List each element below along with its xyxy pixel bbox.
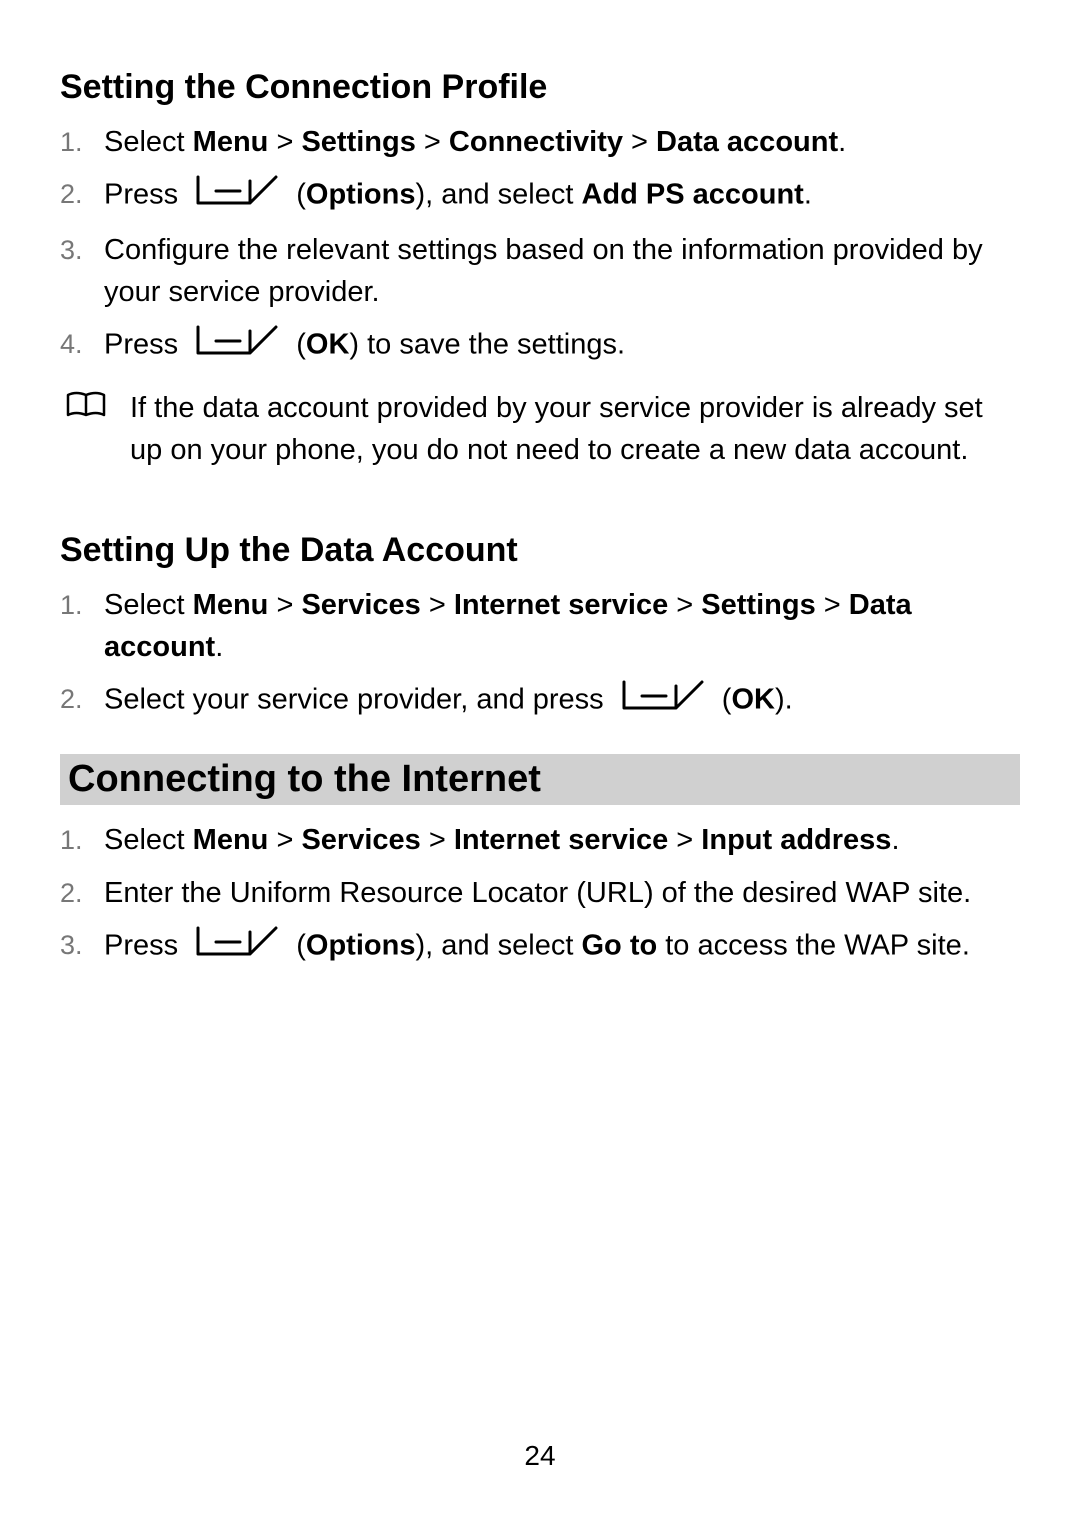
list-item: 2. Enter the Uniform Resource Locator (U… bbox=[60, 872, 1020, 914]
section-heading-connecting: Connecting to the Internet bbox=[60, 754, 1020, 805]
list-body: Press (Options), and select Go to to acc… bbox=[104, 924, 1020, 970]
left-softkey-icon bbox=[194, 173, 280, 219]
list-body: Configure the relevant settings based on… bbox=[104, 229, 1020, 313]
list-item: 2. Select your service provider, and pre… bbox=[60, 678, 1020, 724]
list-number: 1. bbox=[60, 121, 104, 162]
list-number: 2. bbox=[60, 678, 104, 719]
note-row: If the data account provided by your ser… bbox=[60, 387, 1020, 471]
page-number: 24 bbox=[0, 1440, 1080, 1472]
left-softkey-icon bbox=[194, 924, 280, 970]
list-connection-profile: 1. Select Menu > Settings > Connectivity… bbox=[60, 121, 1020, 369]
list-item: 1. Select Menu > Services > Internet ser… bbox=[60, 584, 1020, 668]
list-data-account: 1. Select Menu > Services > Internet ser… bbox=[60, 584, 1020, 724]
list-body: Select Menu > Services > Internet servic… bbox=[104, 819, 1020, 861]
list-body: Press (Options), and select Add PS accou… bbox=[104, 173, 1020, 219]
left-softkey-icon bbox=[194, 323, 280, 369]
list-item: 3. Configure the relevant settings based… bbox=[60, 229, 1020, 313]
list-body: Press (OK) to save the settings. bbox=[104, 323, 1020, 369]
list-item: 1. Select Menu > Services > Internet ser… bbox=[60, 819, 1020, 861]
list-number: 4. bbox=[60, 323, 104, 364]
list-item: 2. Press (Options), and select Add PS ac… bbox=[60, 173, 1020, 219]
list-body: Select your service provider, and press … bbox=[104, 678, 1020, 724]
left-softkey-icon bbox=[620, 678, 706, 724]
list-body: Select Menu > Services > Internet servic… bbox=[104, 584, 1020, 668]
list-number: 3. bbox=[60, 229, 104, 270]
list-body: Enter the Uniform Resource Locator (URL)… bbox=[104, 872, 1020, 914]
list-item: 4. Press (OK) to save the settings. bbox=[60, 323, 1020, 369]
list-number: 2. bbox=[60, 872, 104, 913]
book-icon bbox=[60, 387, 130, 426]
list-number: 2. bbox=[60, 173, 104, 214]
list-item: 1. Select Menu > Settings > Connectivity… bbox=[60, 121, 1020, 163]
list-number: 3. bbox=[60, 924, 104, 965]
list-number: 1. bbox=[60, 819, 104, 860]
list-number: 1. bbox=[60, 584, 104, 625]
list-connecting-internet: 1. Select Menu > Services > Internet ser… bbox=[60, 819, 1020, 969]
heading-connection-profile: Setting the Connection Profile bbox=[60, 68, 1020, 107]
note-text: If the data account provided by your ser… bbox=[130, 387, 1020, 471]
heading-data-account: Setting Up the Data Account bbox=[60, 531, 1020, 570]
list-body: Select Menu > Settings > Connectivity > … bbox=[104, 121, 1020, 163]
list-item: 3. Press (Options), and select Go to to … bbox=[60, 924, 1020, 970]
